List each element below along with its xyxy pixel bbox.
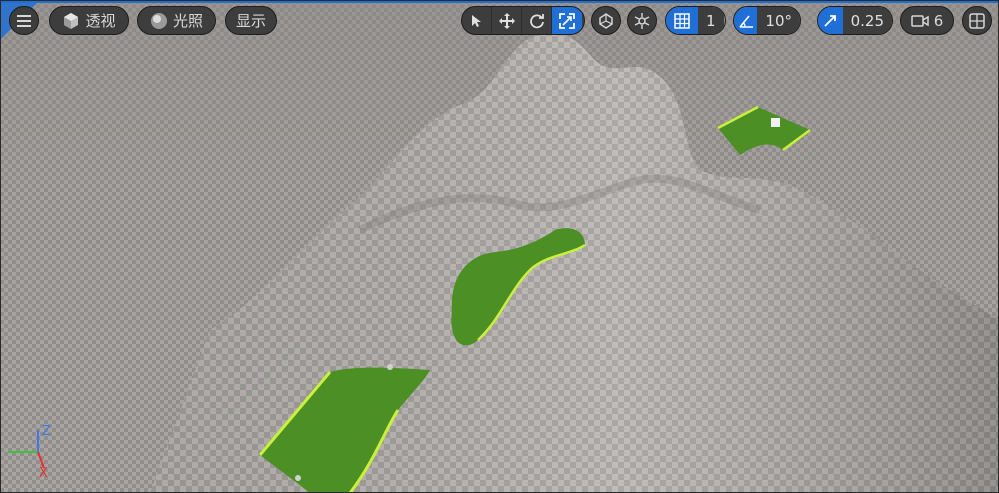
perspective-button[interactable]: 透视 [49,6,129,35]
viewport-scene[interactable] [0,0,999,493]
surface-snap-button[interactable] [591,6,621,35]
axis-gizmo: Z X Y [6,424,66,486]
viewport-layout-icon [969,12,985,29]
lighting-label: 光照 [172,12,203,30]
scale-arrow-icon [824,14,837,27]
grid-icon [674,12,690,29]
show-button[interactable]: 显示 [225,6,277,35]
world-local-icon [634,12,650,29]
scale-snap-control[interactable]: 0.25 [817,6,893,35]
axis-x-label: X [39,466,48,481]
lighting-button[interactable]: 光照 [137,6,216,35]
cube-icon [64,12,79,29]
perspective-label: 透视 [85,12,116,30]
show-label: 显示 [235,12,266,30]
select-tool-button[interactable] [462,7,492,34]
sphere-icon [150,12,167,29]
grid-snap-control[interactable]: 1 [665,6,726,35]
viewport-layout-button[interactable] [962,6,992,35]
rotate-tool-button[interactable] [522,7,552,34]
scale-tool-button[interactable] [552,7,582,34]
camera-speed-value: 6 [933,11,944,30]
scale-snap-value: 0.25 [842,7,892,34]
axis-z-label: Z [42,424,51,439]
scale-icon [559,12,575,29]
menu-button[interactable] [9,6,39,35]
rotation-snap-control[interactable]: 10° [733,6,801,35]
select-arrow-icon [471,14,481,27]
camera-speed-button[interactable]: 6 [900,6,954,35]
camera-icon [910,14,929,27]
angle-icon [739,14,753,28]
surface-snap-icon [599,12,613,29]
viewport-toolbar: 透视 光照 显示 1 10° 0.25 6 [0,0,999,44]
world-local-button[interactable] [627,6,657,35]
transform-tools-group [461,6,585,35]
move-icon [498,12,515,29]
hamburger-menu-icon [17,14,31,27]
grid-snap-value: 1 [698,7,724,34]
rotation-snap-value: 10° [757,7,800,34]
move-tool-button[interactable] [492,7,522,34]
rotate-icon [529,13,544,28]
